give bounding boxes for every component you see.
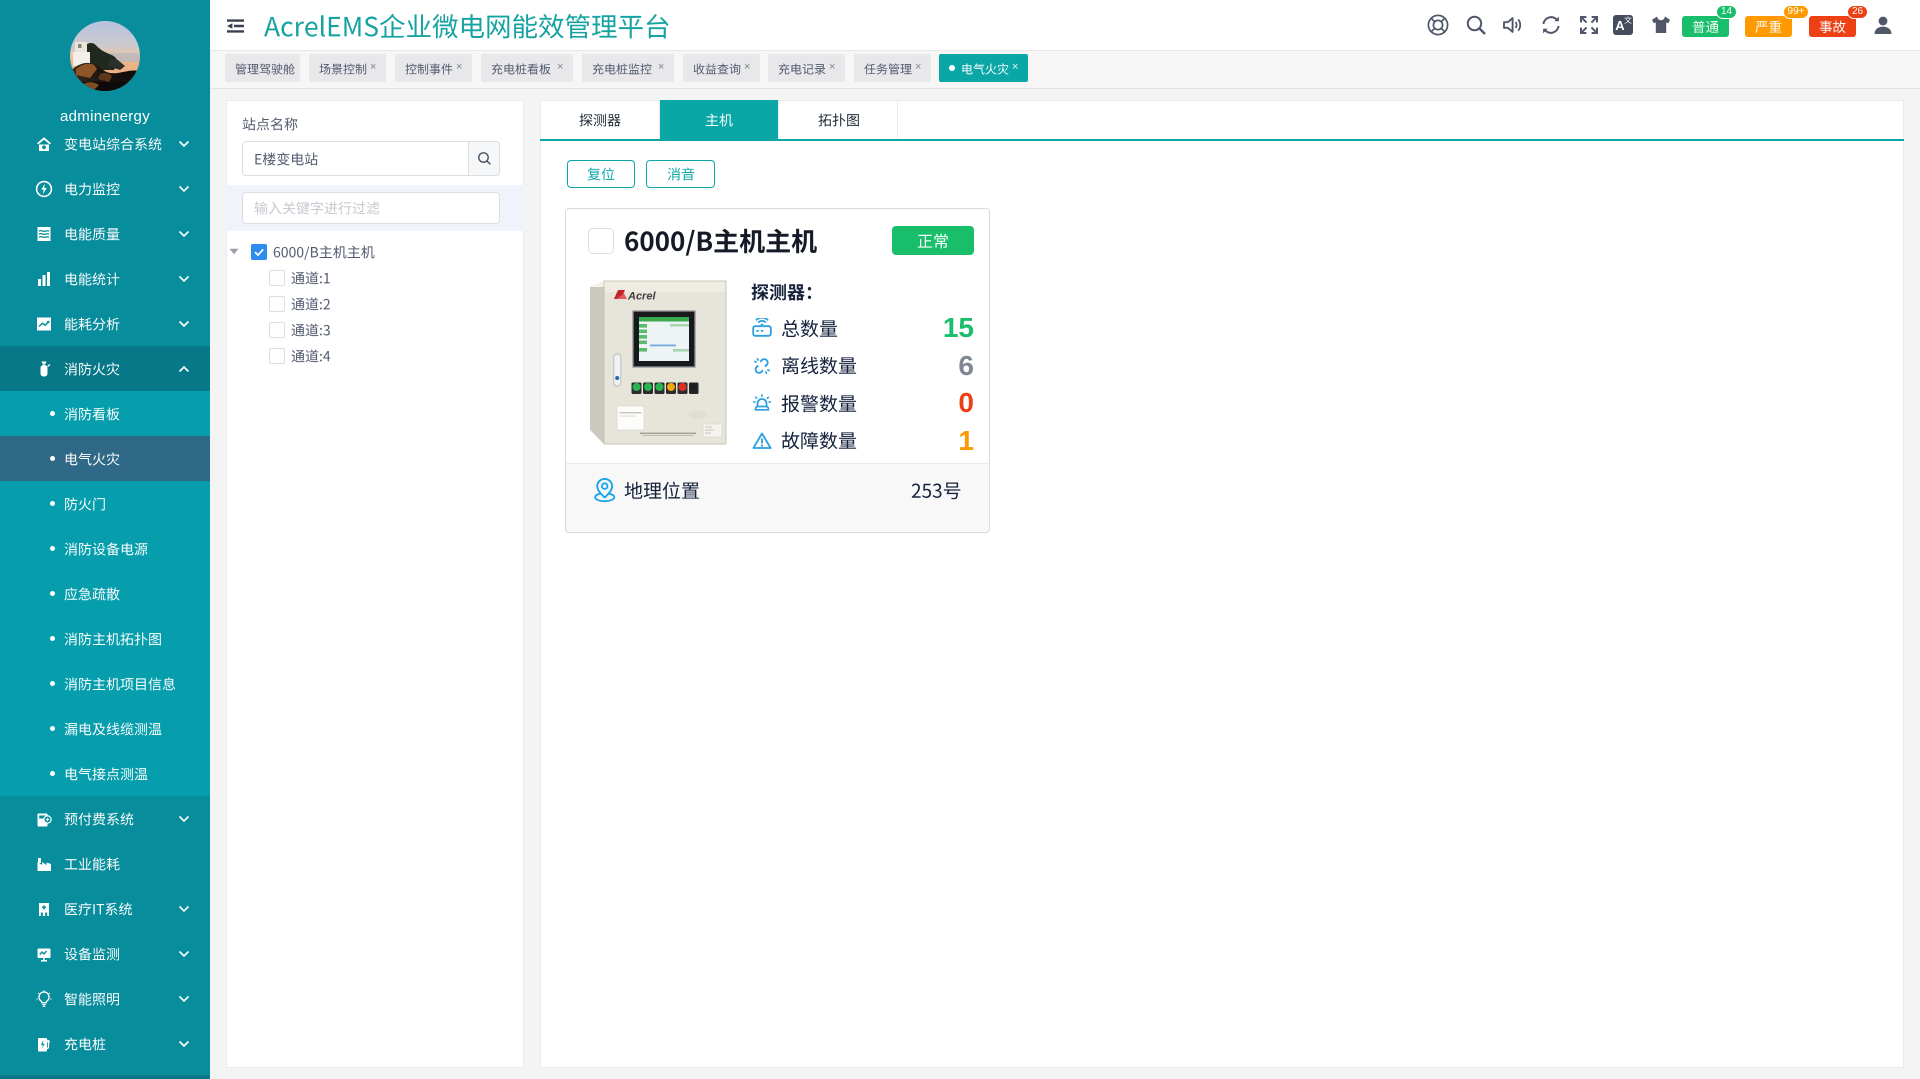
svg-text:Acrel: Acrel [627, 291, 656, 303]
